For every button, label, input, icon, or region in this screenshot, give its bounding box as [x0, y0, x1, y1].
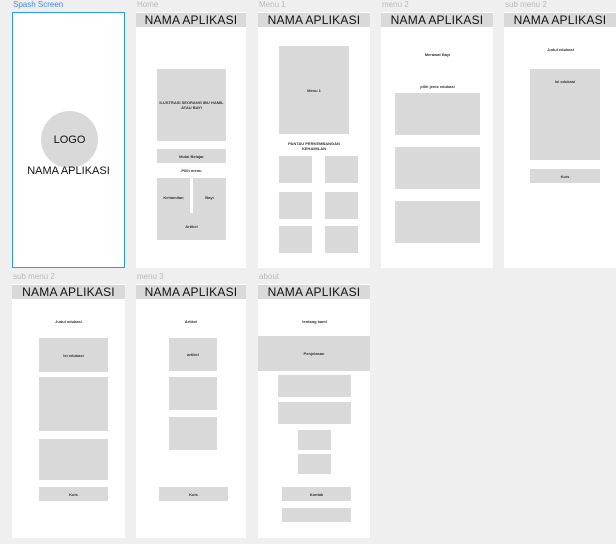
- baby-button[interactable]: Bayi: [193, 178, 226, 217]
- choose-menu-label: Pilih menu: [181, 168, 202, 173]
- menu1-tile[interactable]: [279, 156, 312, 183]
- menu2-title: Merawat Bayi: [424, 52, 451, 57]
- education-option[interactable]: [395, 201, 480, 243]
- app-header: NAMA APLIKASI: [136, 285, 246, 299]
- menu1-tile[interactable]: [325, 156, 358, 183]
- app-header: NAMA APLIKASI: [258, 13, 370, 27]
- content-block: [298, 430, 331, 450]
- content-block: [278, 402, 351, 424]
- frame-home[interactable]: NAMA APLIKASI ILUSTRASI SEORANG IBU HAMI…: [136, 12, 246, 268]
- frame-label-submenu2a[interactable]: sub menu 2: [505, 0, 547, 9]
- content-block: [169, 377, 217, 410]
- menu1-tile[interactable]: [279, 192, 312, 219]
- menu1-tile[interactable]: [279, 226, 312, 253]
- content-block: [39, 377, 108, 431]
- app-header: NAMA APLIKASI: [136, 13, 246, 27]
- frame-label-menu3[interactable]: menu 3: [137, 272, 164, 281]
- menu1-tile[interactable]: [325, 192, 358, 219]
- quiz-button[interactable]: Kuis: [530, 169, 600, 183]
- app-header: NAMA APLIKASI: [504, 13, 616, 27]
- frame-menu3[interactable]: NAMA APLIKASI Artikel artikel Kuis: [136, 284, 246, 538]
- content-block: [169, 417, 217, 450]
- frame-label-splash[interactable]: Spash Screen: [13, 0, 63, 9]
- frame-submenu2a[interactable]: NAMA APLIKASI Judul edukasi Isi edukasi …: [504, 12, 616, 268]
- app-header: NAMA APLIKASI: [258, 285, 370, 299]
- about-title: tentang kami: [302, 319, 327, 324]
- menu1-tile[interactable]: [325, 226, 358, 253]
- frame-label-home[interactable]: Home: [137, 0, 158, 9]
- logo-placeholder: LOGO: [41, 111, 98, 168]
- menu1-caption: PANTAU PERKEMBANGAN KEHAMILAN: [288, 141, 340, 151]
- education-option[interactable]: [395, 147, 480, 189]
- submenu2b-title: Judul edukasi: [55, 319, 82, 324]
- submenu2a-title: Judul edukasi: [547, 47, 574, 52]
- submenu2a-content: Isi edukasi: [530, 69, 600, 160]
- quiz-button[interactable]: Kuis: [159, 487, 228, 501]
- frame-label-menu2[interactable]: menu 2: [382, 0, 409, 9]
- pregnancy-button[interactable]: Kehamilan: [157, 178, 190, 217]
- about-content: Penjelasan: [258, 336, 370, 371]
- frame-about[interactable]: NAMA APLIKASI tentang kami Penjelasan Ko…: [258, 284, 370, 538]
- frame-label-menu1[interactable]: Menu 1: [259, 0, 286, 9]
- frame-submenu2b[interactable]: NAMA APLIKASI Judul edukasi Isi edukasi …: [12, 284, 125, 538]
- content-block: [278, 375, 351, 397]
- content-block[interactable]: [282, 508, 351, 522]
- quiz-button[interactable]: Kuis: [39, 487, 108, 501]
- frame-label-submenu2b[interactable]: sub menu 2: [13, 272, 55, 281]
- content-block: [39, 439, 108, 480]
- menu3-title: Artikel: [184, 319, 198, 324]
- article-button[interactable]: Artikel: [157, 213, 226, 240]
- article-content: artikel: [169, 338, 217, 371]
- contact-button[interactable]: Kontak: [282, 487, 351, 501]
- education-option[interactable]: [395, 93, 480, 135]
- start-button[interactable]: Mulai Belajar: [157, 149, 226, 163]
- content-block: [298, 454, 331, 474]
- app-header: NAMA APLIKASI: [381, 13, 493, 27]
- splash-app-name: NAMA APLIKASI: [27, 165, 110, 177]
- menu2-subtitle: pilih jenis edukasi: [420, 84, 455, 89]
- frame-menu1[interactable]: NAMA APLIKASI Menu 1 PANTAU PERKEMBANGAN…: [258, 12, 370, 268]
- menu1-hero: Menu 1: [279, 46, 349, 134]
- frame-menu2[interactable]: NAMA APLIKASI Merawat Bayi pilih jenis e…: [381, 12, 493, 268]
- app-header: NAMA APLIKASI: [12, 285, 125, 299]
- frame-label-about[interactable]: about: [259, 272, 279, 281]
- submenu2b-content: Isi edukasi: [39, 338, 108, 372]
- frame-splash[interactable]: LOGO NAMA APLIKASI: [12, 12, 125, 268]
- illustration-placeholder: ILUSTRASI SEORANG IBU HAMIL ATAU BAYI: [157, 69, 226, 141]
